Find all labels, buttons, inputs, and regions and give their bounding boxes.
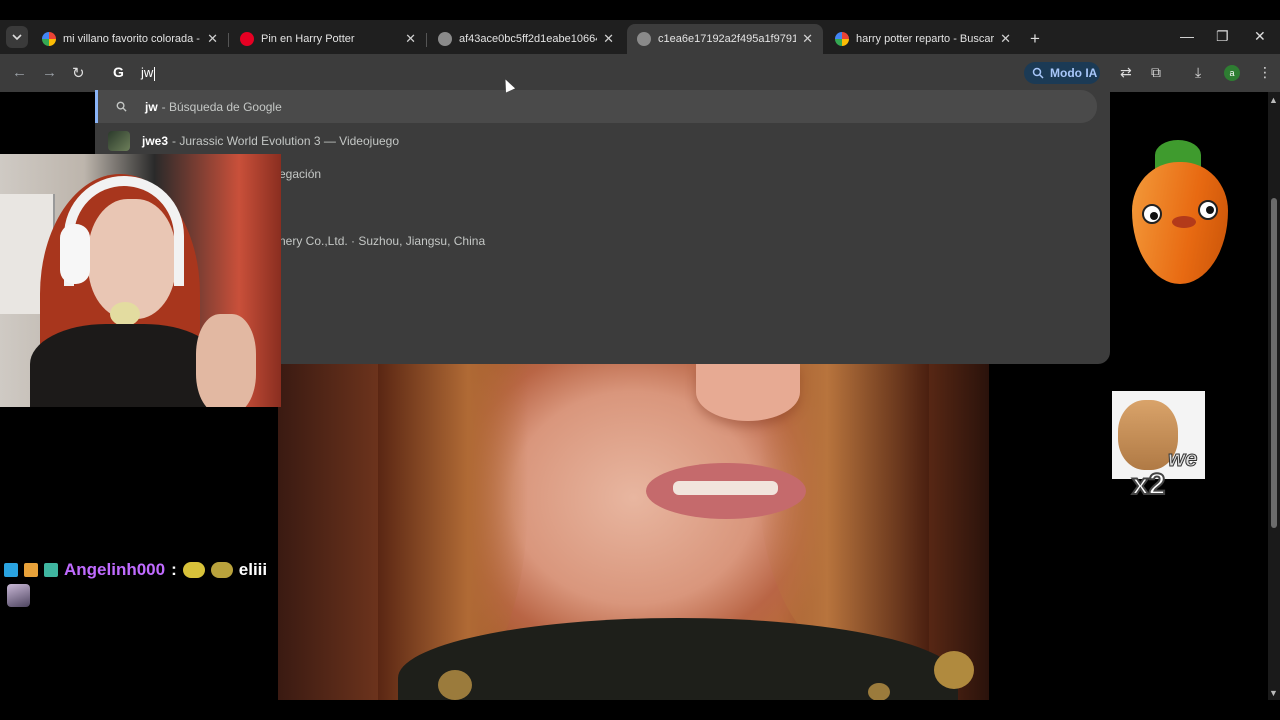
suggestion-description: - Jurassic World Evolution 3 — Videojueg… [172, 133, 400, 148]
download-icon[interactable]: ⤓ [1195, 64, 1201, 81]
close-icon[interactable]: ✕ [405, 31, 416, 47]
tab-title: c1ea6e17192a2f495a1f9791165 [658, 33, 796, 45]
extensions-icon[interactable]: ⧉ [1151, 64, 1161, 81]
chat-colon: : [171, 560, 177, 579]
modo-ia-button[interactable]: Modo IA [1024, 62, 1100, 84]
cat-caption-x2: x2 [1131, 467, 1166, 502]
menu-kebab-icon[interactable]: ⋮ [1258, 64, 1272, 81]
scroll-up-icon[interactable]: ▲ [1269, 95, 1278, 105]
top-black-bar [0, 0, 1280, 20]
reload-icon[interactable]: ↻ [72, 64, 85, 82]
cat-caption-we: we [1167, 446, 1198, 472]
profile-avatar[interactable]: a [1224, 65, 1240, 81]
bottom-black-bar [0, 700, 1280, 720]
tab-title: Pin en Harry Potter [261, 33, 355, 45]
forward-icon[interactable]: → [42, 64, 57, 81]
tab-harry-potter-reparto[interactable]: harry potter reparto - Buscar co ✕ [825, 24, 1021, 54]
chat-message: Angelinh000 : eliii [4, 560, 267, 580]
search-icon [98, 101, 145, 112]
window-close-icon[interactable]: ✕ [1254, 28, 1266, 45]
portrait-photo [278, 363, 989, 700]
chat-username[interactable]: Angelinh000 [64, 560, 165, 580]
chevron-down-icon [12, 34, 22, 41]
close-icon[interactable]: ✕ [1000, 31, 1011, 47]
tab-mi-villano[interactable]: mi villano favorito colorada - Bu ✕ [32, 24, 228, 54]
suggestion-jwe3[interactable]: jwe3 - Jurassic World Evolution 3 — Vide… [95, 124, 1110, 157]
badge-icon [24, 563, 38, 577]
omnibox-input[interactable]: jw [141, 65, 156, 81]
omnibox-value: jw [141, 65, 154, 80]
scroll-down-icon[interactable]: ▼ [1269, 688, 1278, 698]
emote-icon [210, 562, 233, 578]
suggestion-description: - Búsqueda de Google [161, 99, 282, 114]
tab-c1ea6e[interactable]: c1ea6e17192a2f495a1f9791165 ✕ [627, 24, 823, 54]
new-tab-button[interactable]: + [1030, 29, 1040, 49]
tab-title: harry potter reparto - Buscar co [856, 33, 994, 45]
badge-icon [4, 563, 18, 577]
badge-icon [44, 563, 58, 577]
globe-icon [637, 32, 651, 46]
google-logo-icon: G [113, 64, 124, 80]
google-icon [835, 32, 849, 46]
close-icon[interactable]: ✕ [207, 31, 218, 47]
emote-icon [182, 562, 205, 578]
tab-title: mi villano favorito colorada - Bu [63, 33, 201, 45]
tab-pin-harry-potter[interactable]: Pin en Harry Potter ✕ [230, 24, 426, 54]
tab-separator [228, 33, 229, 47]
carrot-mouth [1172, 216, 1196, 228]
globe-icon [438, 32, 452, 46]
suggestion-query: jwe3 [142, 133, 169, 148]
scrollbar-thumb[interactable] [1271, 198, 1277, 528]
close-icon[interactable]: ✕ [603, 31, 614, 47]
restore-icon[interactable]: ❐ [1216, 28, 1229, 45]
sparkle-search-icon [1032, 67, 1044, 79]
suggestion-search-jw[interactable]: jw - Búsqueda de Google [95, 90, 1097, 123]
chat-avatar [7, 584, 30, 607]
pinterest-icon [240, 32, 254, 46]
tab-title: af43ace0bc5ff2d1eabe10664c0 [459, 33, 597, 45]
modo-ia-label: Modo IA [1050, 66, 1098, 80]
minimize-icon[interactable]: — [1180, 28, 1194, 44]
suggestion-partial-navigation[interactable]: egación [279, 167, 321, 181]
chat-message-text: eliii [238, 560, 268, 579]
tab-af43ace[interactable]: af43ace0bc5ff2d1eabe10664c0 ✕ [428, 24, 624, 54]
close-icon[interactable]: ✕ [802, 31, 813, 47]
translate-icon[interactable]: ⇄ [1120, 64, 1132, 81]
suggestion-partial-company[interactable]: nery Co.,Ltd. · Suzhou, Jiangsu, China [279, 234, 485, 248]
tab-strip: mi villano favorito colorada - Bu ✕ Pin … [0, 20, 1280, 54]
webcam-overlay [0, 154, 281, 407]
text-caret [154, 66, 156, 81]
back-icon[interactable]: ← [12, 64, 27, 81]
toolbar: ← → ↻ G jw Modo IA ⇄ ⧉ ⤓ a ⋮ [0, 54, 1280, 92]
tab-search-button[interactable] [6, 26, 28, 48]
tab-separator [426, 33, 427, 47]
game-thumbnail-icon [107, 130, 130, 151]
google-icon [42, 32, 56, 46]
suggestion-query: jw [145, 99, 158, 114]
